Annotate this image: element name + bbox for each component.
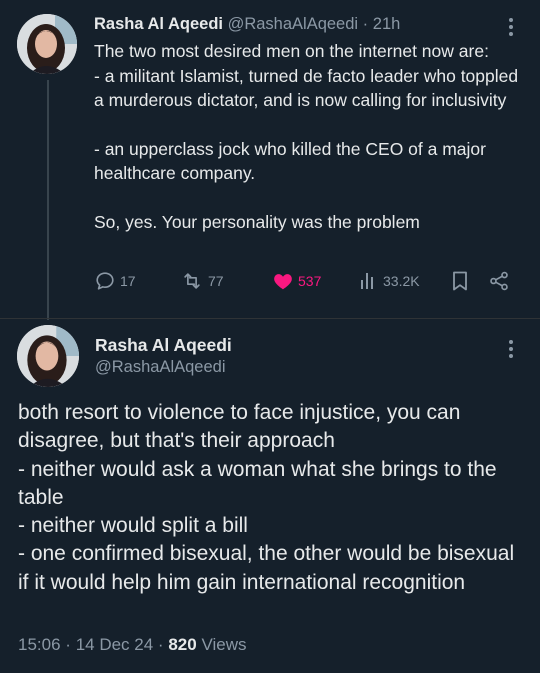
views-count: 820	[168, 635, 197, 654]
more-options-icon[interactable]	[506, 18, 516, 39]
avatar-image	[17, 325, 79, 387]
tweet-2-line: - neither would ask a woman what she bri…	[18, 457, 497, 509]
tweet-2-meta: 15:06 · 14 Dec 24 · 820 Views	[18, 634, 246, 656]
author-handle[interactable]: @RashaAlAqeedi	[95, 356, 232, 378]
thread-connector-line	[47, 80, 49, 320]
like-count: 537	[298, 273, 322, 289]
tweet-1-line: - a militant Islamist, turned de facto l…	[94, 65, 519, 111]
tweet-1[interactable]: Rasha Al Aqeedi @RashaAlAqeedi · 21h The…	[0, 0, 540, 320]
reply-icon	[96, 272, 114, 290]
tweet-divider	[0, 318, 540, 319]
meta-separator: ·	[65, 635, 71, 654]
header-separator: ·	[362, 15, 369, 33]
author-name[interactable]: Rasha Al Aqeedi	[95, 334, 232, 356]
share-icon	[490, 271, 508, 291]
tweet-2-line: - one confirmed bisexual, the other woul…	[18, 542, 515, 594]
author-handle[interactable]: @RashaAlAqeedi	[228, 15, 359, 33]
tweet-1-text: The two most desired men on the internet…	[94, 39, 524, 234]
tweet-1-actions: 17 77 537 33.2K	[94, 270, 514, 296]
tweet-2-text: both resort to violence to face injustic…	[18, 399, 528, 597]
share-button[interactable]	[488, 270, 510, 292]
avatar[interactable]	[17, 325, 79, 387]
author-name[interactable]: Rasha Al Aqeedi	[94, 15, 223, 33]
views-button[interactable]: 33.2K	[359, 270, 420, 292]
reply-count: 17	[120, 273, 136, 289]
meta-separator: ·	[157, 635, 164, 654]
views-icon	[361, 273, 373, 289]
post-time[interactable]: 21h	[373, 15, 401, 33]
tweet-2-line: - neither would split a bill	[18, 514, 248, 538]
tweet-1-line: The two most desired men on the internet…	[94, 41, 489, 61]
views-label: Views	[201, 635, 247, 654]
repost-count: 77	[208, 273, 224, 289]
repost-button[interactable]: 77	[180, 270, 224, 292]
tweet-2-header: Rasha Al Aqeedi @RashaAlAqeedi	[95, 334, 232, 378]
heart-icon	[274, 274, 292, 290]
tweet-2-line: both resort to violence to face injustic…	[18, 401, 461, 453]
bookmark-button[interactable]	[450, 270, 470, 292]
avatar[interactable]	[17, 14, 77, 74]
post-time[interactable]: 15:06	[18, 635, 61, 654]
views-count: 33.2K	[383, 273, 420, 289]
tweet-1-line: So, yes. Your personality was the proble…	[94, 211, 420, 232]
more-options-icon[interactable]	[506, 340, 516, 361]
avatar-image	[17, 14, 77, 74]
like-button[interactable]: 537	[272, 270, 321, 292]
reply-button[interactable]: 17	[94, 270, 136, 292]
tweet-1-header: Rasha Al Aqeedi @RashaAlAqeedi · 21h	[94, 14, 400, 34]
repost-icon	[184, 273, 200, 289]
post-date[interactable]: 14 Dec 24	[76, 635, 154, 654]
bookmark-icon	[453, 271, 467, 291]
tweet-1-line: - an upperclass jock who killed the CEO …	[94, 138, 486, 184]
